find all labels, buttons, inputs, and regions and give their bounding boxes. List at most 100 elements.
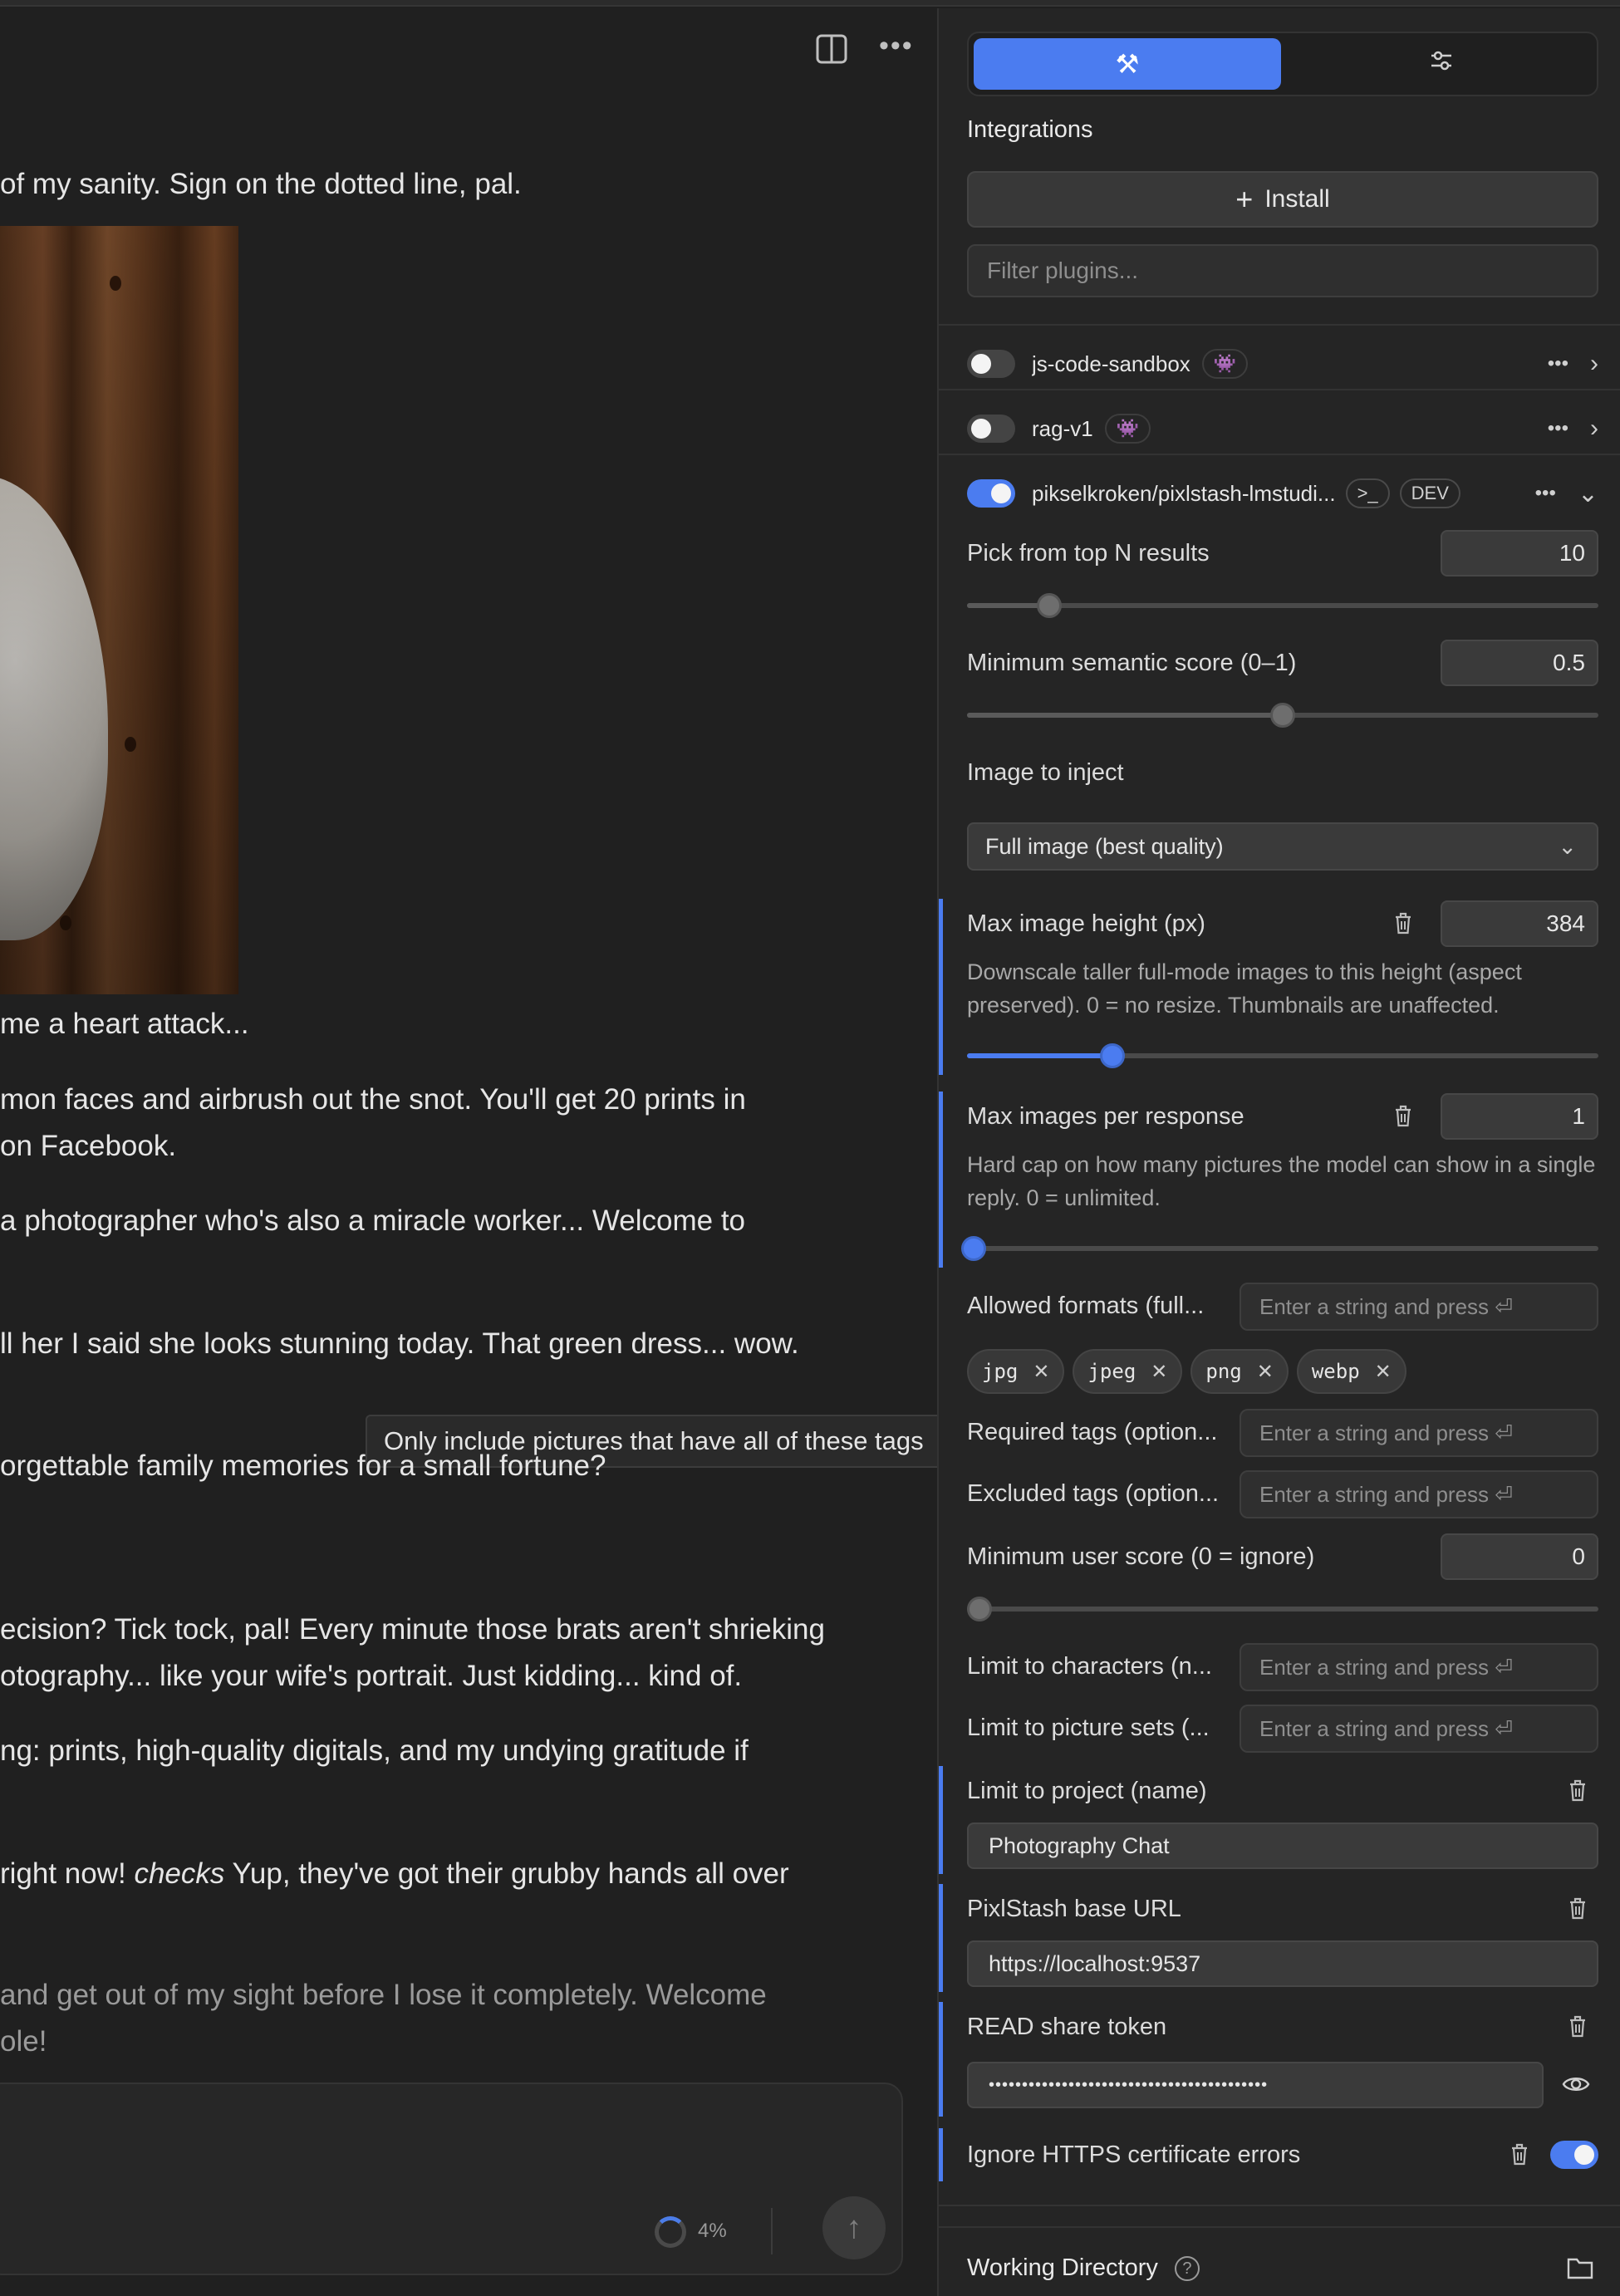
chevron-right-icon[interactable]: › xyxy=(1590,415,1598,443)
bug-icon: 👾 xyxy=(1201,349,1249,379)
send-button[interactable]: ↑ xyxy=(822,2196,886,2259)
remove-tag-icon[interactable]: ✕ xyxy=(1033,1360,1049,1383)
limit-picture-sets-input[interactable]: Enter a string and press ⏎ xyxy=(1240,1705,1598,1753)
trash-icon[interactable] xyxy=(1509,2141,1530,2171)
plugin-name: rag-v1 xyxy=(1032,415,1093,441)
toggle-knob xyxy=(971,419,991,439)
plugin-toggle[interactable] xyxy=(967,415,1015,443)
hammer-icon: ⚒ xyxy=(1115,49,1140,79)
tab-settings[interactable] xyxy=(1288,38,1595,90)
chat-message-line: ecision? Tick tock, pal! Every minute th… xyxy=(0,1613,825,1646)
context-usage-ring xyxy=(655,2216,686,2248)
install-button[interactable]: + Install xyxy=(967,171,1598,228)
modified-indicator xyxy=(939,1766,943,1874)
min-user-score-slider[interactable] xyxy=(967,1597,1598,1621)
max-images-input[interactable]: 1 xyxy=(1441,1093,1598,1140)
tag-label: jpeg xyxy=(1087,1360,1136,1383)
filter-plugins-input[interactable]: Filter plugins... xyxy=(967,244,1598,297)
chevron-right-icon[interactable]: › xyxy=(1590,350,1598,378)
chat-image-portrait[interactable] xyxy=(0,226,238,994)
slider-track xyxy=(967,603,1598,608)
base-url-input[interactable]: https://localhost:9537 xyxy=(967,1940,1598,1987)
more-horizontal-icon[interactable]: ••• xyxy=(879,30,914,62)
trash-icon[interactable] xyxy=(1392,910,1414,939)
min-semantic-input[interactable]: 0.5 xyxy=(1441,640,1598,686)
trash-icon[interactable] xyxy=(1567,2014,1588,2043)
plugin-row[interactable]: rag-v1 👾 ••• › xyxy=(967,404,1598,454)
tab-integrations[interactable]: ⚒ xyxy=(974,38,1281,90)
plugin-toggle[interactable] xyxy=(967,479,1015,508)
modified-indicator xyxy=(939,2128,943,2181)
allowed-formats-input[interactable]: Enter a string and press ⏎ xyxy=(1240,1283,1598,1331)
image-to-inject-label: Image to inject xyxy=(967,759,1124,786)
max-images-slider[interactable] xyxy=(960,1236,1598,1261)
slider-thumb[interactable] xyxy=(1099,1043,1125,1068)
chat-message-line-checks: right now! checks Yup, they've got their… xyxy=(0,1851,789,1897)
format-tag: jpeg ✕ xyxy=(1073,1349,1183,1394)
max-height-label: Max image height (px) xyxy=(967,910,1205,937)
slider-thumb[interactable] xyxy=(967,1597,992,1621)
ignore-https-label: Ignore HTTPS certificate errors xyxy=(967,2141,1301,2168)
plugin-row[interactable]: js-code-sandbox 👾 ••• › xyxy=(967,339,1598,389)
tag-label: png xyxy=(1205,1360,1242,1383)
message-composer[interactable] xyxy=(0,2083,903,2275)
help-circle-icon[interactable]: ? xyxy=(1174,2256,1200,2282)
install-label: Install xyxy=(1264,185,1330,213)
remove-tag-icon[interactable]: ✕ xyxy=(1257,1360,1274,1383)
plugin-toggle[interactable] xyxy=(967,350,1015,378)
context-usage-text: 4% xyxy=(698,2220,727,2242)
required-tags-input[interactable]: Enter a string and press ⏎ xyxy=(1240,1409,1598,1457)
min-user-score-label: Minimum user score (0 = ignore) xyxy=(967,1543,1315,1570)
window-top-border xyxy=(0,0,1620,7)
limit-project-input[interactable]: Photography Chat xyxy=(967,1823,1598,1869)
image-to-inject-select[interactable]: Full image (best quality) ⌄ xyxy=(967,822,1598,871)
more-horizontal-icon[interactable]: ••• xyxy=(1535,482,1556,505)
top-n-input[interactable]: 10 xyxy=(1441,530,1598,576)
top-n-slider[interactable] xyxy=(967,593,1598,618)
folder-icon[interactable] xyxy=(1567,2256,1593,2284)
more-horizontal-icon[interactable]: ••• xyxy=(1548,417,1568,440)
limit-characters-input[interactable]: Enter a string and press ⏎ xyxy=(1240,1643,1598,1691)
max-height-slider[interactable] xyxy=(967,1043,1598,1068)
trash-icon[interactable] xyxy=(1567,1896,1588,1925)
more-horizontal-icon[interactable]: ••• xyxy=(1548,352,1568,375)
dev-badge: DEV xyxy=(1399,478,1460,508)
text-segment: Yup, they've got their grubby hands all … xyxy=(224,1857,789,1890)
chevron-down-icon[interactable]: ⌄ xyxy=(1578,479,1598,508)
trash-icon[interactable] xyxy=(1567,1778,1588,1807)
min-user-score-input[interactable]: 0 xyxy=(1441,1533,1598,1580)
base-url-label: PixlStash base URL xyxy=(967,1896,1181,1922)
share-token-input[interactable]: ••••••••••••••••••••••••••••••••••••••••… xyxy=(967,2062,1544,2108)
limit-project-label: Limit to project (name) xyxy=(967,1778,1207,1804)
max-images-help: Hard cap on how many pictures the model … xyxy=(967,1152,1596,1210)
text-segment: right now! xyxy=(0,1857,135,1890)
chat-message-line: ole! xyxy=(0,2025,47,2058)
slider-track xyxy=(967,1246,1598,1251)
chat-pane: ••• of my sanity. Sign on the dotted lin… xyxy=(0,8,937,2296)
ignore-https-toggle[interactable] xyxy=(1550,2141,1598,2169)
allowed-formats-tags: jpg ✕ jpeg ✕ png ✕ webp ✕ xyxy=(967,1349,1415,1394)
arrow-up-icon: ↑ xyxy=(846,2210,862,2245)
limit-picture-sets-label: Limit to picture sets (... xyxy=(967,1715,1210,1741)
trash-icon[interactable] xyxy=(1392,1103,1414,1132)
plugin-actions: ••• › xyxy=(1548,339,1598,389)
plugin-actions: ••• ⌄ xyxy=(1535,469,1598,518)
required-tags-label: Required tags (option... xyxy=(967,1419,1218,1445)
tag-label: webp xyxy=(1311,1360,1360,1383)
remove-tag-icon[interactable]: ✕ xyxy=(1375,1360,1392,1383)
slider-thumb[interactable] xyxy=(960,1236,986,1261)
remove-tag-icon[interactable]: ✕ xyxy=(1151,1360,1167,1383)
chat-message-line: of my sanity. Sign on the dotted line, p… xyxy=(0,168,522,200)
divider xyxy=(939,389,1620,390)
chat-message-line: mon faces and airbrush out the snot. You… xyxy=(0,1083,746,1116)
eye-icon[interactable] xyxy=(1562,2072,1590,2101)
divider xyxy=(939,454,1620,455)
excluded-tags-input[interactable]: Enter a string and press ⏎ xyxy=(1240,1470,1598,1518)
max-height-input[interactable]: 384 xyxy=(1441,900,1598,947)
plugin-row-expanded[interactable]: pikselkroken/pixlstash-lmstudi... >_ DEV… xyxy=(967,469,1598,518)
share-token-label: READ share token xyxy=(967,2014,1167,2040)
slider-thumb[interactable] xyxy=(1036,593,1062,618)
min-semantic-slider[interactable] xyxy=(967,703,1598,728)
slider-thumb[interactable] xyxy=(1270,703,1295,728)
split-view-icon[interactable] xyxy=(814,32,849,66)
